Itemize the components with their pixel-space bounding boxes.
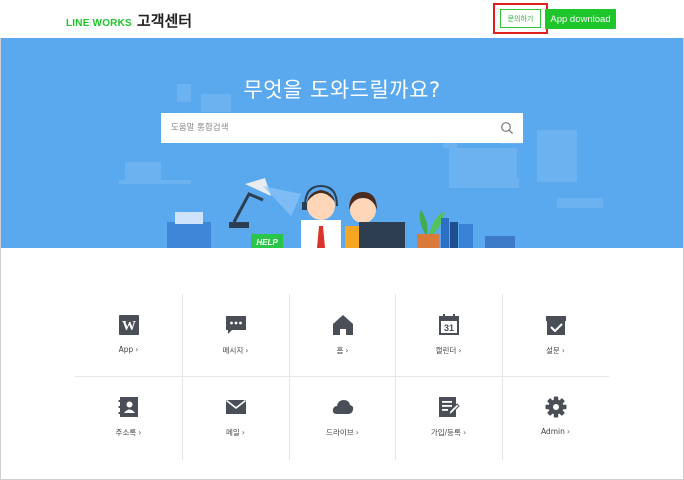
calendar-day-text: 31 [443,323,453,333]
menu-item-admin[interactable]: Admin › [502,376,609,458]
mail-icon [225,399,246,414]
hero-title: 무엇을 도와드릴까요? [243,78,441,102]
logo[interactable]: LINE WORKS 고객센터 [66,10,192,31]
hero-illustration: HELP [119,84,603,248]
menu-item-signup[interactable]: 가입/등록 › [395,376,502,458]
logo-brand: LINE WORKS [66,18,132,29]
message-icon [225,316,246,334]
menu-item-label: Admin › [540,427,571,436]
menu-item-label: 캘린더 › [435,346,462,355]
hero-banner: HELP 무엇을 도와드릴까요? [1,38,683,248]
menu-item-label: 가입/등록 › [430,428,467,437]
admin-icon [545,396,566,418]
svg-text:W: W [122,319,136,334]
menu-item-label: 주소록 › [115,428,142,437]
calendar-icon: 31 [438,314,459,335]
inquiry-button[interactable]: 문의하기 [500,9,541,28]
logo-subtitle: 고객센터 [136,12,193,30]
home-icon [332,315,353,335]
search-icon[interactable] [500,121,514,135]
app-download-button[interactable]: App download [545,9,616,29]
menu-item-label: 설문 › [545,346,565,355]
menu-item-drive[interactable]: 드라이브 › [289,376,396,458]
menu-item-mail[interactable]: 메일 › [182,376,289,458]
help-sign-text: HELP [256,238,278,247]
drive-icon [332,400,353,414]
search-input[interactable] [161,113,491,143]
header: LINE WORKS 고객센터 문의하기 App download [0,0,684,38]
signup-icon [438,397,460,417]
menu-item-home[interactable]: 홈 › [289,294,396,376]
menu-item-calendar[interactable]: 31 캘린더 › [395,294,502,376]
menu-item-label: 메일 › [225,428,245,437]
menu-item-message[interactable]: 메시지 › [182,294,289,376]
menu-item-contacts[interactable]: 주소록 › [75,376,182,458]
menu-item-survey[interactable]: 설문 › [502,294,609,376]
menu-item-label: 홈 › [336,346,349,355]
menu-item-label: 드라이브 › [326,428,359,437]
survey-icon [545,316,566,335]
app-icon: W [118,315,139,335]
search-box [161,113,523,143]
service-grid: W App › 메시지 › 홈 › 31 캘린더 › 설문 › 주소록 › 메일… [75,294,609,460]
menu-item-label: App › [118,345,139,354]
menu-item-app[interactable]: W App › [75,294,182,376]
contacts-icon [118,397,138,417]
menu-item-label: 메시지 › [222,346,249,355]
